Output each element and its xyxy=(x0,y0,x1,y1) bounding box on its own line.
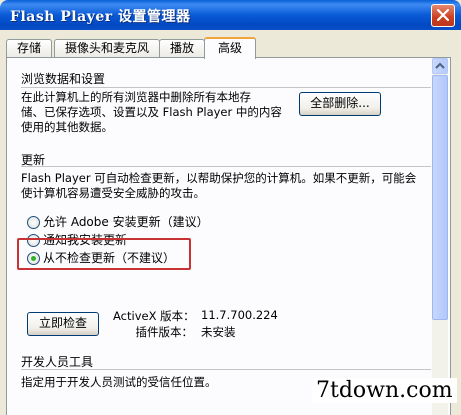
close-icon xyxy=(437,9,449,21)
chevron-up-icon xyxy=(435,62,445,69)
scroll-up-button[interactable] xyxy=(432,58,448,74)
tab-camera-mic[interactable]: 摄像头和麦克风 xyxy=(54,39,160,57)
section-divider xyxy=(21,369,431,370)
scroll-thumb[interactable] xyxy=(432,75,448,320)
radio-button[interactable] xyxy=(27,216,40,229)
tab-playback[interactable]: 播放 xyxy=(159,39,205,57)
plugin-version-label: 插件版本： xyxy=(135,325,194,339)
vertical-scrollbar[interactable] xyxy=(432,58,448,415)
title-bar[interactable]: Flash Player 设置管理器 xyxy=(0,0,461,30)
settings-manager-window: Flash Player 设置管理器 存储 摄像头和麦克风 播放 高级 浏览数据… xyxy=(0,0,461,415)
check-now-button[interactable]: 立即检查 xyxy=(27,312,99,336)
plugin-version-value: 未安装 xyxy=(201,325,236,339)
delete-all-button[interactable]: 全部删除... xyxy=(299,92,381,116)
site-watermark: 7tdown.com xyxy=(312,378,457,403)
highlight-box xyxy=(17,238,191,270)
section-divider xyxy=(21,87,431,88)
update-description: Flash Player 可自动检查更新，以帮助保护您的计算机。如果不更新，可能… xyxy=(21,171,417,200)
advanced-panel: 浏览数据和设置 在此计算机上的所有浏览器中删除所有本地存 储、已保存选项、设置以… xyxy=(6,57,451,415)
browse-description: 在此计算机上的所有浏览器中删除所有本地存 储、已保存选项、设置以及 Flash … xyxy=(21,90,282,134)
activex-version-label: ActiveX 版本： xyxy=(113,309,195,323)
tab-advanced[interactable]: 高级 xyxy=(204,37,256,59)
window-title: Flash Player 设置管理器 xyxy=(10,9,191,25)
dev-description: 指定用于开发人员测试的受信任位置。 xyxy=(21,375,217,389)
dev-section-title: 开发人员工具 xyxy=(21,355,94,369)
close-button[interactable] xyxy=(431,4,455,27)
section-divider xyxy=(21,166,431,167)
tab-storage[interactable]: 存储 xyxy=(6,39,52,57)
browse-section-title: 浏览数据和设置 xyxy=(21,72,106,86)
activex-version-value: 11.7.700.224 xyxy=(201,308,278,322)
